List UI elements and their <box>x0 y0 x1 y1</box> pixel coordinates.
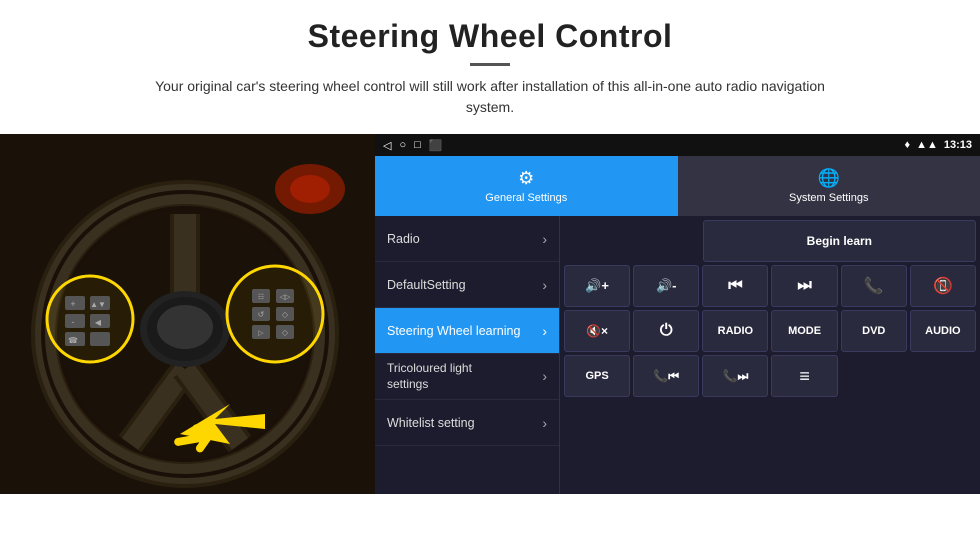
audio-label: AUDIO <box>925 325 960 337</box>
system-settings-icon: 🌐 <box>818 168 840 189</box>
gps-label: GPS <box>585 370 608 382</box>
arrow-icon: › <box>542 231 547 247</box>
back-icon[interactable]: ◁ <box>383 139 391 152</box>
next-track-icon: ⏭ <box>797 277 811 295</box>
svg-text:◇: ◇ <box>282 328 289 337</box>
prev-track-icon: ⏮ <box>728 277 742 295</box>
android-panel: ◁ ○ □ ⬛ ♦ ▲▲ 13:13 ⚙ General Settings 🌐 … <box>375 134 980 494</box>
vol-up-icon: 🔊+ <box>585 278 609 294</box>
recents-icon[interactable]: □ <box>414 139 421 151</box>
header-description: Your original car's steering wheel contr… <box>150 76 830 118</box>
svg-text:◇: ◇ <box>282 310 289 319</box>
steering-wheel-svg: + ▲▼ - ◀ ☎ ☷ ◁▷ ↺ ◇ ▷ ◇ ➜ <box>0 134 375 494</box>
header-divider <box>470 63 510 66</box>
menu-item-steeringwheel[interactable]: Steering Wheel learning › <box>375 308 559 354</box>
svg-text:▷: ▷ <box>258 330 264 337</box>
svg-text:-: - <box>72 317 75 327</box>
arrow-icon: › <box>542 323 547 339</box>
vol-down-icon: 🔊- <box>656 278 677 294</box>
svg-text:☷: ☷ <box>258 294 264 301</box>
menu-controls-area: Radio › DefaultSetting › Steering Wheel … <box>375 216 980 494</box>
vol-up-button[interactable]: 🔊+ <box>564 265 630 307</box>
tab-general[interactable]: ⚙ General Settings <box>375 156 678 216</box>
status-bar: ◁ ○ □ ⬛ ♦ ▲▲ 13:13 <box>375 134 980 156</box>
svg-text:◀: ◀ <box>95 318 102 327</box>
svg-text:◁▷: ◁▷ <box>280 294 291 301</box>
hangup-icon: 📵 <box>933 276 953 296</box>
tab-general-label: General Settings <box>485 192 567 204</box>
arrow-icon: › <box>542 415 547 431</box>
right-controls: Begin learn 🔊+ 🔊- ⏮ ⏭ <box>560 216 980 494</box>
radio-label: RADIO <box>718 325 753 337</box>
main-content: + ▲▼ - ◀ ☎ ☷ ◁▷ ↺ ◇ ▷ ◇ ➜ <box>0 134 980 494</box>
svg-text:↺: ↺ <box>258 310 265 319</box>
top-row: Begin learn <box>564 220 976 262</box>
list-button[interactable]: ≡ <box>771 355 837 397</box>
menu-defaultsetting-label: DefaultSetting <box>387 278 466 292</box>
empty-space <box>564 220 700 262</box>
tab-bar: ⚙ General Settings 🌐 System Settings <box>375 156 980 216</box>
radio-button[interactable]: RADIO <box>702 310 768 352</box>
list-icon: ≡ <box>799 366 810 387</box>
tel-prev-icon: 📞⏮ <box>653 369 679 384</box>
svg-text:☎: ☎ <box>68 336 78 345</box>
power-icon: ⏻ <box>660 322 673 340</box>
signal-icon: ▲▲ <box>916 139 938 151</box>
next-track-button[interactable]: ⏭ <box>771 265 837 307</box>
svg-text:▲▼: ▲▼ <box>90 300 106 309</box>
tel-next-icon: 📞⏭ <box>723 369 749 384</box>
page-title: Steering Wheel Control <box>10 18 970 55</box>
menu-icon[interactable]: ⬛ <box>429 139 443 152</box>
menu-tricoloured-label1: Tricoloured light <box>387 361 472 377</box>
page-header: Steering Wheel Control Your original car… <box>0 0 980 128</box>
mode-label: MODE <box>788 325 821 337</box>
dvd-button[interactable]: DVD <box>841 310 907 352</box>
tab-system-label: System Settings <box>789 192 868 204</box>
tab-system[interactable]: 🌐 System Settings <box>678 156 980 216</box>
steering-wheel-image: + ▲▼ - ◀ ☎ ☷ ◁▷ ↺ ◇ ▷ ◇ ➜ <box>0 134 375 494</box>
clock: 13:13 <box>944 139 972 151</box>
prev-track-button[interactable]: ⏮ <box>702 265 768 307</box>
general-settings-icon: ⚙ <box>518 168 534 189</box>
vol-down-button[interactable]: 🔊- <box>633 265 699 307</box>
menu-item-radio[interactable]: Radio › <box>375 216 559 262</box>
menu-whitelist-label: Whitelist setting <box>387 416 475 430</box>
status-bar-nav: ◁ ○ □ ⬛ <box>383 139 442 152</box>
status-bar-info: ♦ ▲▲ 13:13 <box>904 139 972 151</box>
svg-text:+: + <box>70 299 75 309</box>
arrow-icon: › <box>542 277 547 293</box>
menu-item-tricoloured[interactable]: Tricoloured light settings › <box>375 354 559 400</box>
mute-button[interactable]: 🔇× <box>564 310 630 352</box>
menu-item-whitelist[interactable]: Whitelist setting › <box>375 400 559 446</box>
hangup-button[interactable]: 📵 <box>910 265 976 307</box>
gps-button[interactable]: GPS <box>564 355 630 397</box>
begin-learn-button[interactable]: Begin learn <box>703 220 976 262</box>
tel-prev-button[interactable]: 📞⏮ <box>633 355 699 397</box>
phone-button[interactable]: 📞 <box>841 265 907 307</box>
menu-tricoloured-label2: settings <box>387 377 472 393</box>
mute-icon: 🔇× <box>586 324 608 338</box>
arrow-icon: › <box>542 367 547 385</box>
left-menu: Radio › DefaultSetting › Steering Wheel … <box>375 216 560 494</box>
dvd-label: DVD <box>862 325 885 337</box>
controls-grid: 🔊+ 🔊- ⏮ ⏭ 📞 📵 <box>564 265 976 397</box>
phone-icon: 📞 <box>864 276 884 296</box>
tel-next-button[interactable]: 📞⏭ <box>702 355 768 397</box>
power-button[interactable]: ⏻ <box>633 310 699 352</box>
menu-radio-label: Radio <box>387 232 420 246</box>
menu-steeringwheel-label: Steering Wheel learning <box>387 324 520 338</box>
home-icon[interactable]: ○ <box>399 139 406 151</box>
audio-button[interactable]: AUDIO <box>910 310 976 352</box>
menu-item-defaultsetting[interactable]: DefaultSetting › <box>375 262 559 308</box>
mode-button[interactable]: MODE <box>771 310 837 352</box>
location-icon: ♦ <box>904 139 910 151</box>
